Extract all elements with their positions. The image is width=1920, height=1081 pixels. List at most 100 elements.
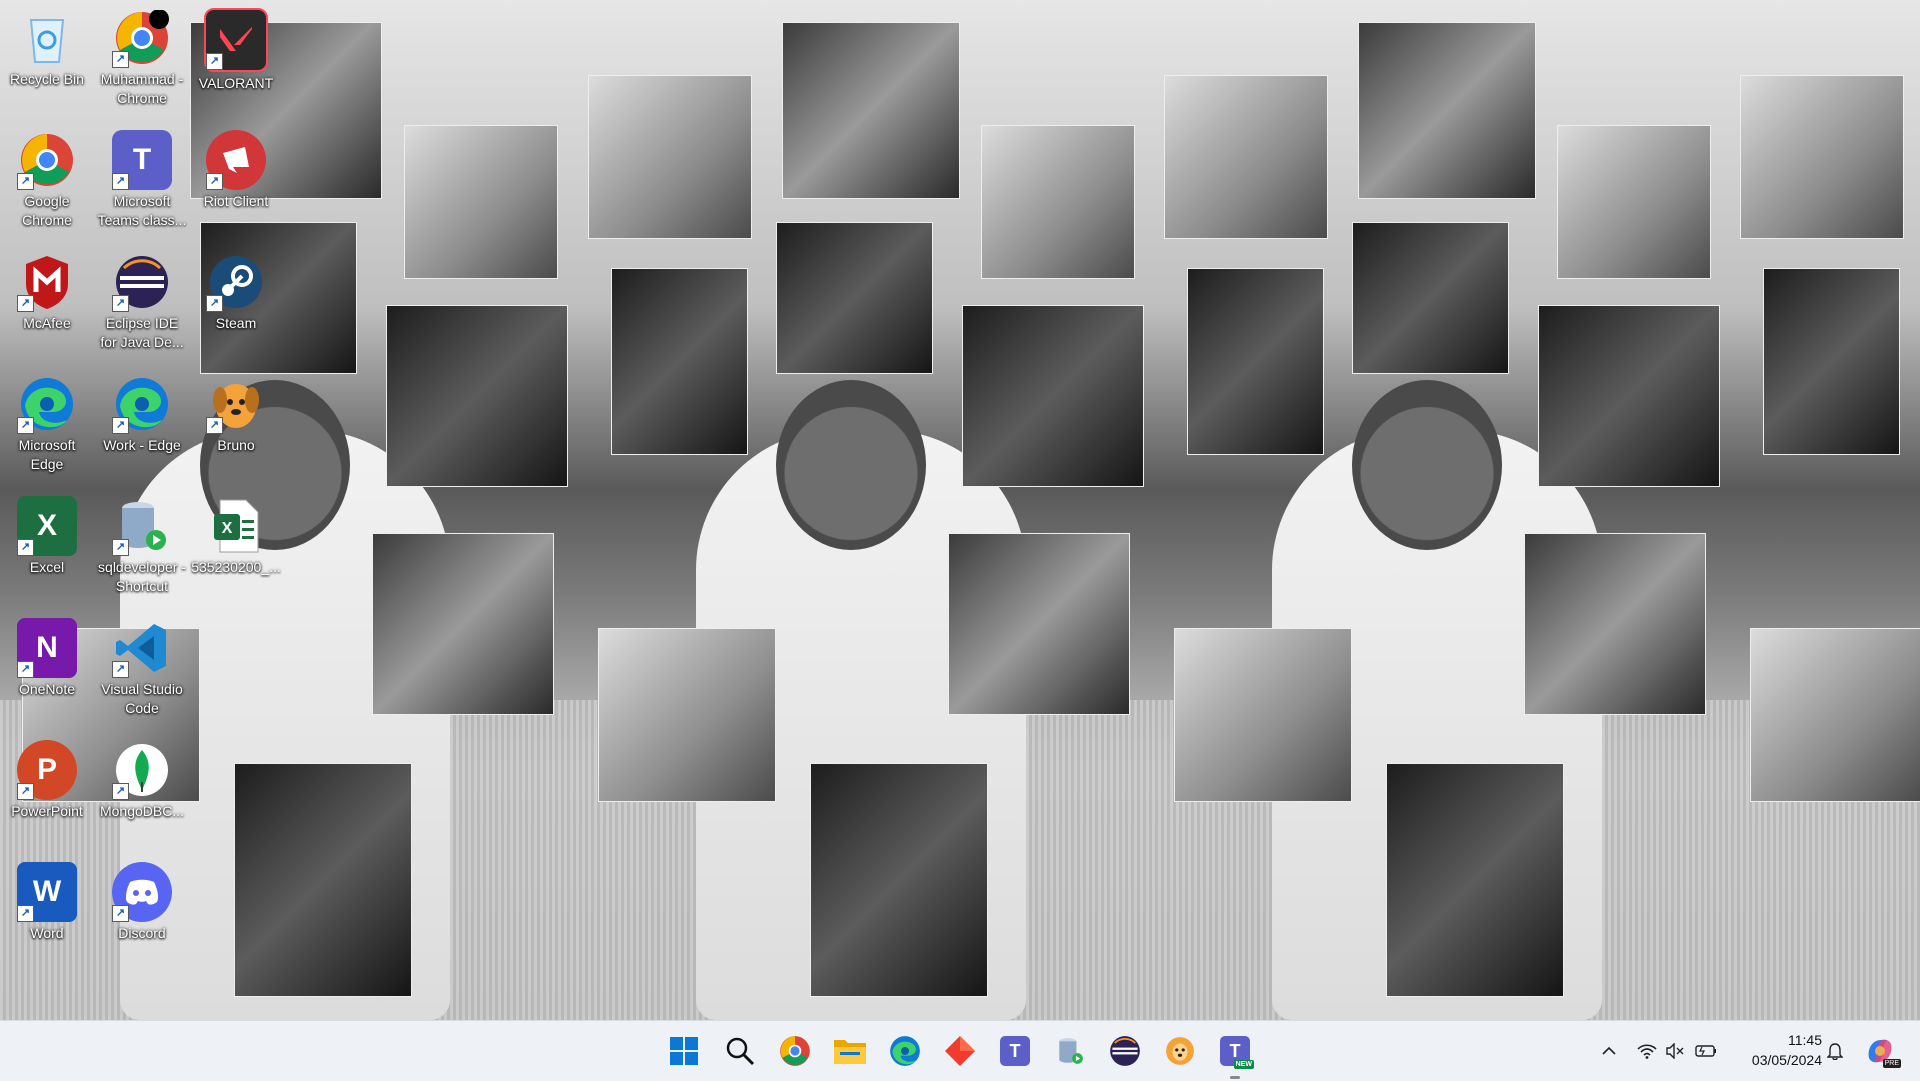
chrome-icon: ↗ bbox=[112, 8, 172, 68]
wallpaper-photo bbox=[776, 222, 933, 374]
shortcut-arrow-icon: ↗ bbox=[206, 295, 223, 312]
vscode-icon: ↗ bbox=[112, 618, 172, 678]
shortcut-arrow-icon: ↗ bbox=[17, 295, 34, 312]
desktop-icon-label: Microsoft Teams class... bbox=[97, 193, 187, 228]
desktop-icon-label: Steam bbox=[215, 315, 257, 331]
copilot-preview-badge: PRE bbox=[1882, 1059, 1901, 1068]
clock-date: 03/05/2024 bbox=[1751, 1052, 1822, 1068]
wallpaper-photo bbox=[1187, 268, 1324, 455]
wallpaper-photo bbox=[962, 305, 1144, 487]
wallpaper-photo bbox=[1524, 533, 1706, 715]
desktop-icon-mcafee[interactable]: ↗ McAfee bbox=[1, 252, 93, 333]
edge-icon bbox=[890, 1036, 920, 1066]
taskbar-edge[interactable] bbox=[885, 1031, 925, 1071]
taskbar-sqldeveloper[interactable] bbox=[1050, 1031, 1090, 1071]
desktop-wallpaper bbox=[0, 0, 1920, 1020]
wallpaper-head bbox=[1352, 380, 1502, 550]
shortcut-arrow-icon: ↗ bbox=[17, 539, 34, 556]
desktop-icon-microsoft-edge[interactable]: ↗ Microsoft Edge bbox=[1, 374, 93, 474]
taskbar-bruno[interactable] bbox=[1160, 1031, 1200, 1071]
desktop-icon-onenote[interactable]: N ↗ OneNote bbox=[1, 618, 93, 699]
clock-time: 11:45 bbox=[1788, 1032, 1822, 1048]
wallpaper-photo bbox=[611, 268, 748, 455]
desktop-icon-label: Work - Edge bbox=[103, 437, 181, 453]
desktop-icon-google-chrome[interactable]: ↗ Google Chrome bbox=[1, 130, 93, 230]
volume-muted-icon bbox=[1666, 1043, 1684, 1059]
desktop-icon-sqldeveloper[interactable]: ↗ sqldeveloper - Shortcut bbox=[96, 496, 188, 596]
desktop-icon-label: Excel bbox=[29, 559, 65, 575]
show-hidden-icons-button[interactable] bbox=[1598, 1021, 1620, 1081]
discord-icon: ↗ bbox=[112, 862, 172, 922]
shortcut-arrow-icon: ↗ bbox=[17, 417, 34, 434]
copilot-button[interactable]: PRE bbox=[1862, 1021, 1901, 1081]
start-button[interactable] bbox=[664, 1031, 704, 1071]
desktop-icon-muhammad-chrome[interactable]: ↗ Muhammad - Chrome bbox=[96, 8, 188, 108]
desktop-icon-label: Bruno bbox=[217, 437, 255, 453]
shortcut-arrow-icon: ↗ bbox=[112, 173, 129, 190]
shortcut-arrow-icon: ↗ bbox=[17, 783, 34, 800]
shortcut-arrow-icon: ↗ bbox=[206, 173, 223, 190]
clock[interactable]: 11:45 03/05/2024 bbox=[1730, 1030, 1822, 1070]
desktop-icon-excel-file[interactable]: X 535230200_... bbox=[190, 496, 282, 577]
bell-icon bbox=[1827, 1043, 1843, 1060]
shortcut-arrow-icon: ↗ bbox=[112, 905, 129, 922]
desktop-icon-excel[interactable]: X ↗ Excel bbox=[1, 496, 93, 577]
search-icon bbox=[726, 1037, 755, 1066]
svg-text:X: X bbox=[222, 520, 233, 537]
shortcut-arrow-icon: ↗ bbox=[17, 905, 34, 922]
desktop-icon-label: Visual Studio Code bbox=[101, 681, 183, 716]
taskbar-chrome[interactable] bbox=[775, 1031, 815, 1071]
wallpaper-photo bbox=[782, 22, 960, 199]
wallpaper-photo bbox=[1174, 628, 1352, 802]
desktop-icon-label: PowerPoint bbox=[11, 803, 83, 819]
taskbar-eclipse[interactable] bbox=[1105, 1031, 1145, 1071]
desktop-icon-label: Discord bbox=[118, 925, 166, 941]
taskbar-app-red[interactable] bbox=[940, 1031, 980, 1071]
desktop-icon-label: Recycle Bin bbox=[10, 71, 84, 87]
wifi-status[interactable] bbox=[1636, 1021, 1658, 1081]
taskbar-teams-new[interactable]: T NEW bbox=[1215, 1031, 1255, 1079]
desktop-icon-mongodb-compass[interactable]: ↗ MongoDBC... bbox=[96, 740, 188, 821]
wallpaper-panel bbox=[576, 0, 1152, 1020]
desktop-icon-label: McAfee bbox=[23, 315, 71, 331]
shortcut-arrow-icon: ↗ bbox=[112, 295, 129, 312]
wifi-icon bbox=[1637, 1044, 1657, 1059]
sqldeveloper-icon: ↗ bbox=[112, 496, 172, 556]
desktop-icon-steam[interactable]: ↗ Steam bbox=[190, 252, 282, 333]
bruno-icon bbox=[1166, 1037, 1194, 1065]
shortcut-arrow-icon: ↗ bbox=[112, 661, 129, 678]
desktop-icon-vscode[interactable]: ↗ Visual Studio Code bbox=[96, 618, 188, 718]
desktop-icon-teams-classic[interactable]: T ↗ Microsoft Teams class... bbox=[96, 130, 188, 230]
desktop-icon-work-edge[interactable]: ↗ Work - Edge bbox=[96, 374, 188, 455]
desktop-icon-riot-client[interactable]: ↗ Riot Client bbox=[190, 130, 282, 211]
desktop-icon-label: MongoDBC... bbox=[99, 803, 185, 819]
desktop-icon-eclipse[interactable]: ↗ Eclipse IDE for Java De... bbox=[96, 252, 188, 352]
teams-icon: T bbox=[1000, 1036, 1030, 1066]
volume-status[interactable] bbox=[1664, 1021, 1686, 1081]
desktop-icon-label: 535230200_... bbox=[191, 559, 281, 575]
teams-new-icon: T NEW bbox=[1220, 1036, 1254, 1069]
taskbar-file-explorer[interactable] bbox=[830, 1031, 870, 1071]
shortcut-arrow-icon: ↗ bbox=[206, 53, 223, 70]
search-button[interactable] bbox=[720, 1031, 760, 1071]
wallpaper-photo bbox=[1386, 763, 1564, 997]
wallpaper-head bbox=[776, 380, 926, 550]
desktop-icon-powerpoint[interactable]: P ↗ PowerPoint bbox=[1, 740, 93, 821]
desktop-icon-recycle-bin[interactable]: Recycle Bin bbox=[1, 8, 93, 89]
powerpoint-icon: P ↗ bbox=[17, 740, 77, 800]
notifications-button[interactable] bbox=[1824, 1021, 1846, 1081]
taskbar-teams-classic[interactable]: T bbox=[995, 1031, 1035, 1071]
desktop-icon-label: Word bbox=[30, 925, 64, 941]
wallpaper-photo bbox=[404, 125, 558, 279]
onenote-icon: N ↗ bbox=[17, 618, 77, 678]
wallpaper-panel bbox=[1152, 0, 1728, 1020]
wallpaper-photo bbox=[1352, 222, 1509, 374]
desktop-icon-word[interactable]: W ↗ Word bbox=[1, 862, 93, 943]
desktop-icon-discord[interactable]: ↗ Discord bbox=[96, 862, 188, 943]
shortcut-arrow-icon: ↗ bbox=[17, 173, 34, 190]
folder-icon bbox=[834, 1040, 866, 1064]
excel-file-icon: X bbox=[206, 496, 266, 556]
desktop-icon-valorant[interactable]: ↗ VALORANT bbox=[190, 8, 282, 93]
desktop-icon-bruno[interactable]: ↗ Bruno bbox=[190, 374, 282, 455]
battery-status[interactable] bbox=[1694, 1021, 1718, 1081]
